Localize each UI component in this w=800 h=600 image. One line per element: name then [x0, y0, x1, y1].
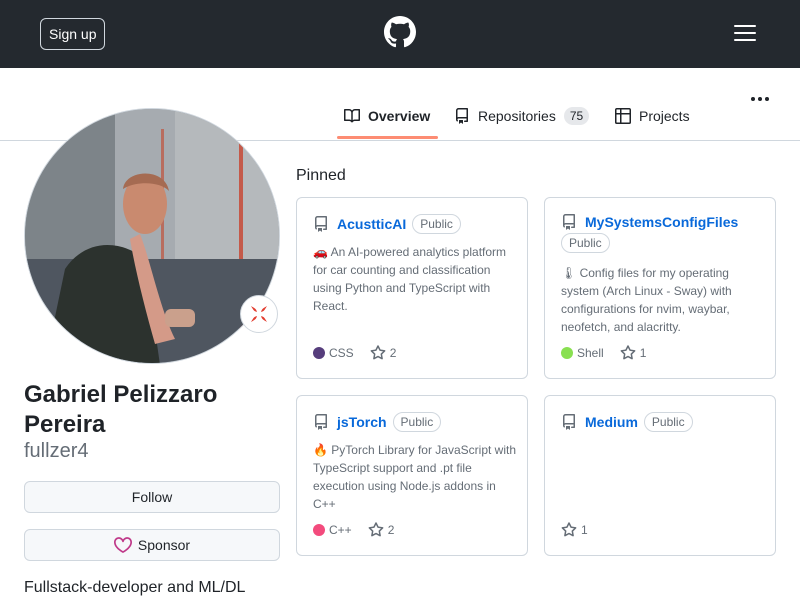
- language-color-dot: [313, 347, 325, 359]
- book-icon: [344, 108, 360, 123]
- kebab-more-icon[interactable]: [751, 97, 769, 101]
- repo-icon: [315, 216, 327, 232]
- star-icon[interactable]: [370, 345, 386, 361]
- tab-projects-label: Projects: [639, 108, 690, 124]
- profile-username: fullzer4: [24, 440, 89, 462]
- pinned-repo-card: Medium Public 1: [544, 395, 776, 556]
- repo-name-link[interactable]: Medium: [585, 414, 638, 430]
- tab-repositories-label: Repositories: [478, 108, 556, 124]
- star-count[interactable]: 1: [640, 346, 647, 360]
- repo-meta: Shell 1: [561, 345, 646, 361]
- language-color-dot: [313, 524, 325, 536]
- repo-meta: C++ 2: [313, 522, 394, 538]
- profile-bio: Fullstack-developer and ML/DL: [24, 579, 246, 596]
- tab-overview-label: Overview: [368, 108, 431, 124]
- repo-card-header: MySystemsConfigFiles Public: [561, 214, 763, 253]
- repo-icon: [563, 414, 575, 430]
- profile-full-name: Gabriel Pelizzaro Pereira: [24, 381, 218, 438]
- pinned-repo-card: AcustticAI Public 🚗 An AI-powered analyt…: [296, 197, 528, 379]
- sponsor-button[interactable]: Sponsor: [24, 529, 280, 561]
- repo-description: 🚗 An AI-powered analytics platform for c…: [313, 245, 507, 313]
- repositories-count-badge: 75: [563, 107, 590, 125]
- repo-card-header: jsTorch Public: [313, 412, 515, 432]
- status-emoji-button[interactable]: [240, 295, 278, 333]
- pinned-repo-card: MySystemsConfigFiles Public 🌡 Config fil…: [544, 197, 776, 379]
- repo-icon: [456, 108, 468, 124]
- heart-icon: [113, 537, 132, 553]
- visibility-badge: Public: [412, 214, 461, 234]
- star-icon[interactable]: [561, 522, 577, 538]
- star-count[interactable]: 2: [390, 346, 397, 360]
- pinned-heading: Pinned: [296, 167, 346, 184]
- repo-meta: 1: [561, 522, 588, 538]
- star-count[interactable]: 1: [581, 523, 588, 537]
- sponsor-label: Sponsor: [137, 537, 191, 553]
- anger-symbol-icon: [251, 306, 267, 322]
- repo-name-link[interactable]: jsTorch: [337, 414, 387, 430]
- repo-name-link[interactable]: MySystemsConfigFiles: [585, 214, 738, 230]
- active-tab-indicator: [337, 136, 438, 139]
- visibility-badge: Public: [561, 233, 610, 253]
- repo-language: C++: [329, 523, 352, 537]
- tab-repositories[interactable]: Repositories 75: [454, 107, 590, 144]
- repo-icon: [563, 214, 575, 230]
- repo-icon: [315, 414, 327, 430]
- star-icon[interactable]: [620, 345, 636, 361]
- sign-up-button[interactable]: Sign up: [40, 18, 106, 50]
- repo-card-header: AcustticAI Public: [313, 214, 515, 234]
- language-color-dot: [561, 347, 573, 359]
- pinned-repo-card: jsTorch Public 🔥 PyTorch Library for Jav…: [296, 395, 528, 556]
- star-icon[interactable]: [368, 522, 384, 538]
- repo-description: 🔥 PyTorch Library for JavaScript with Ty…: [313, 443, 517, 511]
- avatar-photo: [25, 109, 279, 363]
- repo-card-header: Medium Public: [561, 412, 763, 432]
- avatar[interactable]: [24, 108, 280, 364]
- tab-projects[interactable]: Projects: [615, 108, 690, 144]
- repo-description: 🌡 Config files for my operating system (…: [561, 266, 732, 334]
- repo-name-link[interactable]: AcustticAI: [337, 216, 406, 232]
- visibility-badge: Public: [392, 412, 442, 432]
- top-header: Sign up: [0, 0, 800, 68]
- table-icon: [615, 108, 631, 124]
- repo-meta: CSS 2: [313, 345, 396, 361]
- repo-language: Shell: [577, 346, 604, 360]
- follow-button[interactable]: Follow: [24, 481, 280, 513]
- hamburger-menu-icon[interactable]: [734, 25, 756, 41]
- github-mark-icon[interactable]: [384, 16, 416, 48]
- repo-language: CSS: [329, 346, 354, 360]
- star-count[interactable]: 2: [388, 523, 395, 537]
- visibility-badge: Public: [643, 412, 693, 432]
